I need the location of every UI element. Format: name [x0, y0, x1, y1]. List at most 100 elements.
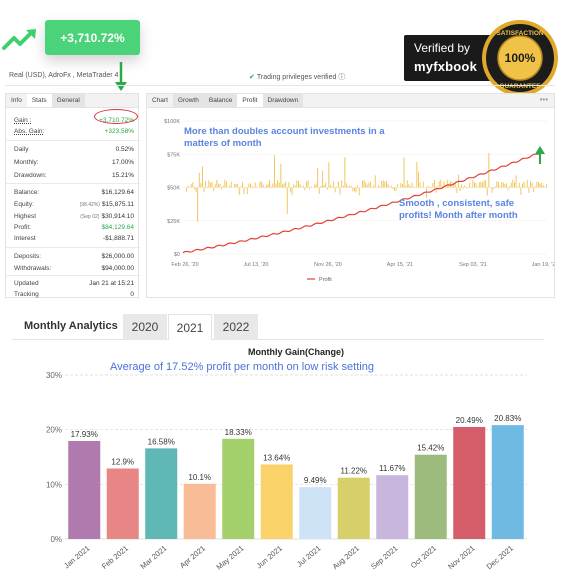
growth-bar	[234, 183, 235, 188]
growth-bar	[509, 186, 511, 188]
growth-bar	[389, 186, 391, 188]
x-tick-label: Apr 2021	[178, 544, 207, 570]
chart-panel: Chart Growth Balance Profit Drawdown •••…	[146, 93, 555, 298]
growth-bar	[243, 187, 245, 195]
growth-bar	[254, 182, 256, 188]
growth-bar	[198, 172, 200, 188]
x-tick-label: Mar 2021	[138, 544, 168, 571]
growth-bar	[355, 187, 357, 193]
tab-stats[interactable]: Stats	[26, 94, 52, 107]
growth-bar	[517, 187, 519, 189]
y-tick-label: $25K	[167, 219, 180, 225]
growth-bar	[194, 187, 195, 190]
y-tick-label: $0	[174, 252, 180, 258]
bar-value-label: 20.83%	[494, 414, 521, 423]
growth-bar	[333, 181, 335, 188]
year-tab-2021[interactable]: 2021	[168, 314, 212, 340]
growth-bar	[419, 182, 421, 188]
growth-bar	[325, 182, 327, 188]
growth-bar	[235, 183, 237, 188]
growth-bar	[432, 182, 434, 188]
growth-bar	[344, 157, 346, 188]
growth-bar	[352, 187, 354, 192]
growth-bar	[498, 182, 499, 188]
growth-bar	[315, 183, 317, 188]
stat-key: Withdrawals:	[14, 265, 52, 272]
growth-bar	[339, 187, 341, 195]
tab-general[interactable]: General	[51, 94, 85, 107]
trend-up-icon	[2, 29, 36, 50]
growth-bar	[229, 185, 231, 188]
growth-bar	[358, 187, 360, 196]
x-tick-label: Feb 2021	[100, 544, 130, 571]
annotation-top-line: More than doubles account investments in…	[184, 126, 385, 137]
growth-bar	[310, 186, 312, 188]
growth-bar	[469, 182, 471, 188]
more-menu-icon[interactable]: •••	[540, 95, 548, 104]
growth-bar	[224, 179, 226, 188]
profit-chart: $100K $75K $50K $25K $0 Feb 26, '20 Jul 13, '2…	[164, 119, 554, 283]
tab-balance[interactable]: Balance	[203, 94, 238, 107]
growth-bar	[474, 182, 475, 188]
chart-title: Monthly Gain(Change)	[248, 347, 344, 357]
growth-bar	[342, 185, 344, 188]
growth-bar	[216, 179, 218, 188]
growth-bar	[219, 183, 221, 188]
growth-bar	[259, 181, 261, 188]
year-tab-2020[interactable]: 2020	[123, 314, 167, 340]
growth-bar	[277, 180, 279, 188]
growth-bar	[411, 182, 413, 188]
bar	[453, 426, 486, 539]
growth-bar	[371, 187, 373, 189]
monthly-gain-chart: Monthly Gain(Change) Average of 17.52% pr…	[46, 347, 527, 572]
growth-bar	[467, 187, 469, 189]
growth-bar	[464, 185, 466, 188]
stat-row: Highest (Sep 02) $30,914.10	[6, 212, 140, 222]
x-tick-label: Aug 2021	[331, 544, 361, 572]
growth-bar	[430, 187, 432, 189]
growth-bar	[384, 181, 386, 188]
growth-bar	[349, 185, 351, 188]
tab-drawdown[interactable]: Drawdown	[262, 94, 304, 107]
annotation-top-line: matters of month	[184, 138, 262, 149]
growth-bar	[462, 187, 464, 189]
growth-bar	[486, 187, 488, 196]
x-tick-label: Apr 15, '21	[387, 262, 413, 268]
growth-bar	[326, 187, 328, 190]
stat-note: (98.42%)	[79, 202, 100, 208]
growth-bar	[373, 185, 375, 188]
growth-bar	[346, 183, 347, 188]
tab-growth[interactable]: Growth	[172, 94, 204, 107]
growth-bar	[470, 186, 472, 188]
tab-info[interactable]: Info	[6, 94, 27, 107]
account-info-bar: Real (USD), AdroFx , MetaTrader 4 ✔ Tradi…	[5, 66, 555, 86]
chart-tabs: Chart Growth Balance Profit Drawdown	[147, 94, 554, 108]
tab-chart[interactable]: Chart	[147, 94, 173, 107]
bar-value-label: 13.64%	[263, 453, 290, 462]
monthly-analytics-title: Monthly Analytics	[24, 320, 118, 332]
growth-bar	[309, 187, 311, 190]
bar	[376, 475, 409, 539]
bar-value-label: 20.49%	[456, 416, 483, 425]
bar-value-label: 12.9%	[111, 457, 134, 466]
stat-value: +323.58%	[104, 128, 134, 135]
growth-bar	[350, 185, 352, 188]
growth-bar	[331, 186, 333, 188]
bar	[183, 483, 216, 539]
growth-bar	[307, 180, 309, 188]
x-tick-label: Jul 2021	[295, 544, 323, 569]
year-tab-2022[interactable]: 2022	[214, 314, 258, 340]
growth-bar	[515, 175, 517, 188]
growth-bar	[293, 184, 295, 188]
bar	[299, 487, 332, 539]
growth-bar	[507, 187, 509, 190]
growth-bar	[275, 183, 277, 188]
growth-bar	[200, 183, 202, 188]
tab-profit[interactable]: Profit	[237, 94, 263, 107]
growth-bar	[192, 182, 194, 188]
stat-divider	[6, 183, 140, 184]
growth-bar	[418, 171, 419, 188]
stat-row: Equity: (98.42%) $15,875.11	[6, 200, 140, 210]
growth-bar	[304, 187, 306, 191]
growth-bar	[318, 187, 320, 194]
